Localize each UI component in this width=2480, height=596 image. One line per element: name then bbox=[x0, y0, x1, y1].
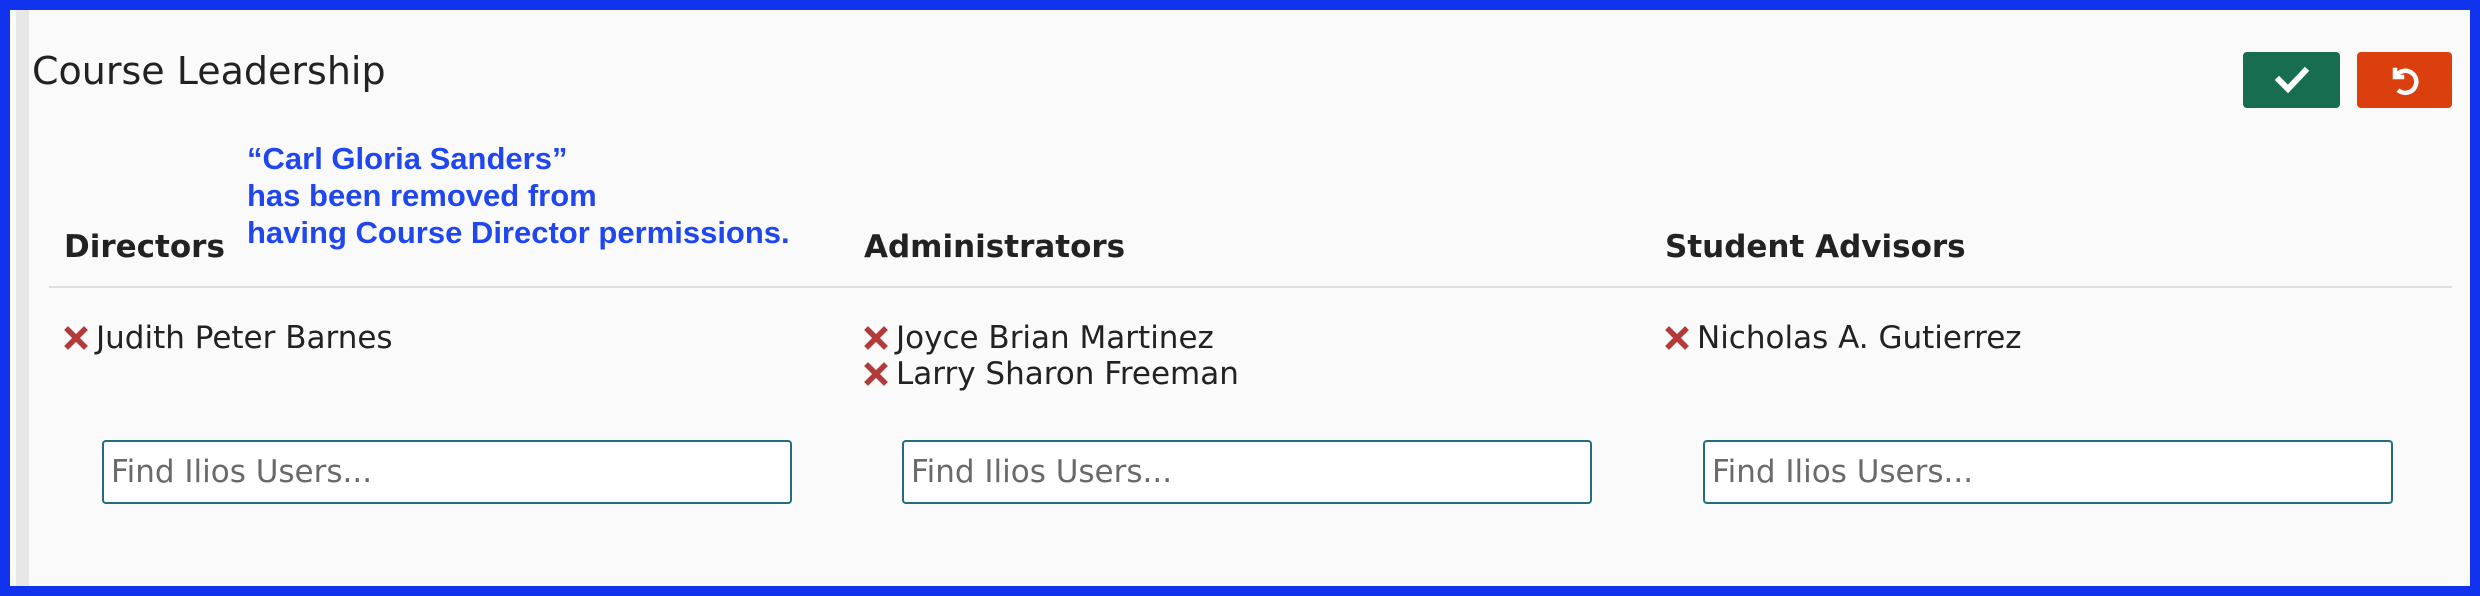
administrator-list-item: Larry Sharon Freeman bbox=[862, 356, 1239, 392]
directors-header: Directors bbox=[64, 229, 225, 265]
annotation-line: has been removed from bbox=[247, 178, 597, 213]
remove-icon[interactable] bbox=[62, 324, 90, 352]
student-advisor-list-item: Nicholas A. Gutierrez bbox=[1663, 320, 2022, 356]
undo-icon bbox=[2387, 62, 2423, 98]
user-name: Joyce Brian Martinez bbox=[896, 320, 1214, 356]
remove-icon[interactable] bbox=[862, 324, 890, 352]
user-name: Nicholas A. Gutierrez bbox=[1697, 320, 2022, 356]
annotation-line: “Carl Gloria Sanders” bbox=[247, 141, 568, 176]
remove-icon[interactable] bbox=[1663, 324, 1691, 352]
header-divider bbox=[49, 286, 2452, 288]
administrator-list-item: Joyce Brian Martinez bbox=[862, 320, 1214, 356]
cancel-button[interactable] bbox=[2357, 52, 2452, 108]
user-name: Judith Peter Barnes bbox=[96, 320, 393, 356]
student-advisors-header: Student Advisors bbox=[1665, 229, 1966, 265]
directors-search-input[interactable] bbox=[102, 440, 792, 504]
administrators-header: Administrators bbox=[864, 229, 1126, 265]
student-advisors-search-input[interactable] bbox=[1703, 440, 2393, 504]
section-title: Course Leadership bbox=[32, 49, 386, 93]
save-button[interactable] bbox=[2243, 52, 2340, 108]
check-icon bbox=[2274, 66, 2309, 94]
administrators-search-input[interactable] bbox=[902, 440, 1592, 504]
remove-icon[interactable] bbox=[862, 360, 890, 388]
panel-left-rule bbox=[16, 10, 29, 586]
annotation-line: having Course Director permissions. bbox=[247, 215, 790, 250]
removal-annotation: “Carl Gloria Sanders” has been removed f… bbox=[247, 140, 847, 251]
director-list-item: Judith Peter Barnes bbox=[62, 320, 393, 356]
user-name: Larry Sharon Freeman bbox=[896, 356, 1239, 392]
